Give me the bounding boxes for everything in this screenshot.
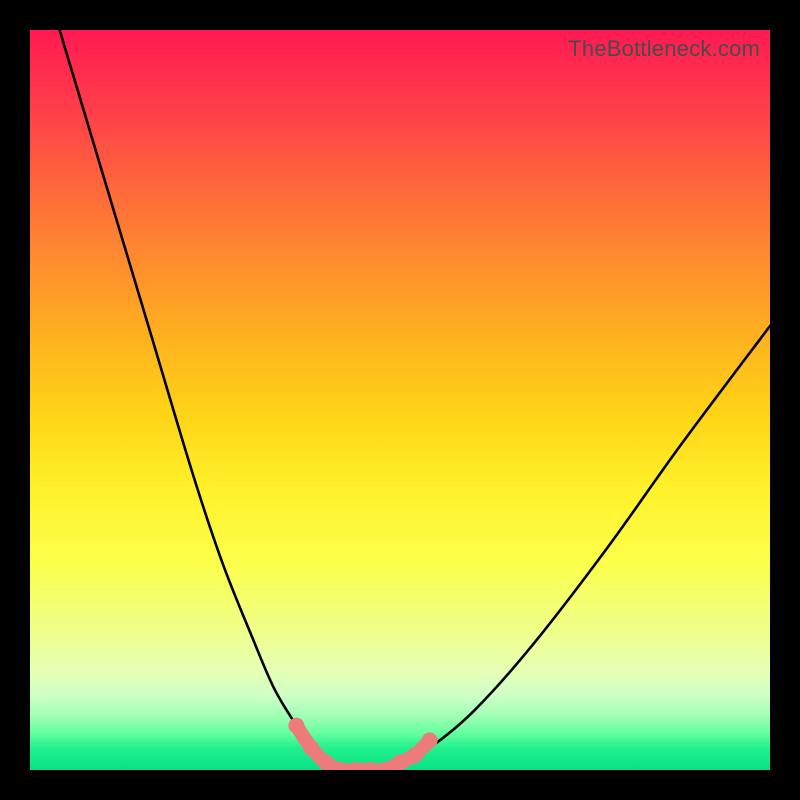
optimal-range-marker-dots <box>288 718 437 770</box>
chart-svg <box>30 30 770 770</box>
bottleneck-curve-path <box>60 30 770 770</box>
chart-frame: TheBottleneck.com <box>0 0 800 800</box>
optimal-range-marker-path <box>296 726 429 770</box>
watermark-label: TheBottleneck.com <box>568 36 760 62</box>
chart-plot-area: TheBottleneck.com <box>30 30 770 770</box>
